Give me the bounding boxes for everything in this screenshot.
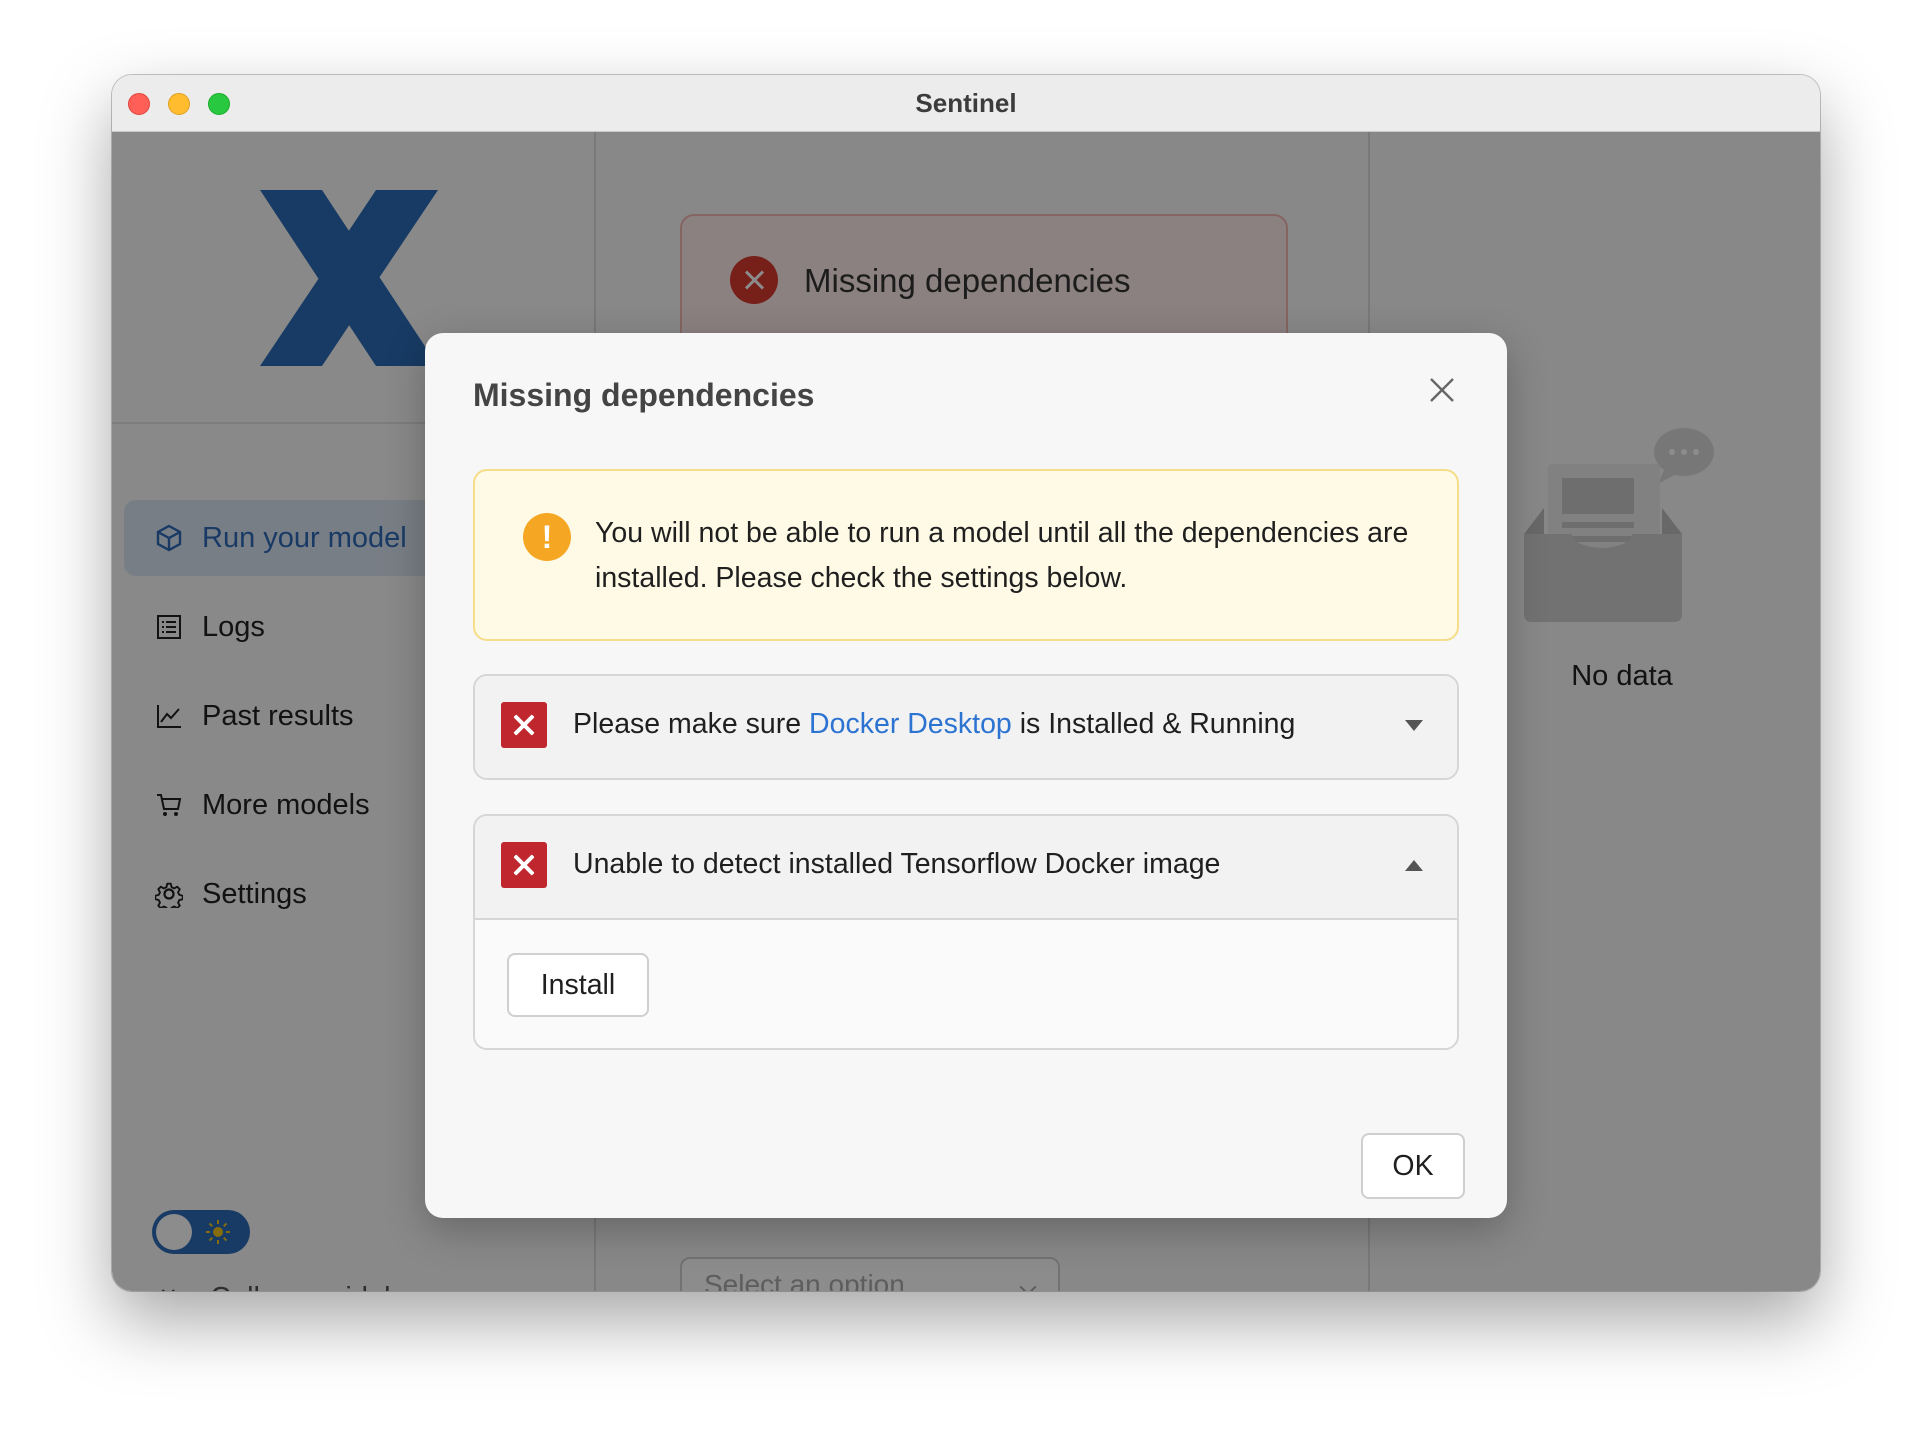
dependency-text-prefix: Please make sure — [573, 708, 810, 740]
dependency-header[interactable]: Unable to detect installed Tensorflow Do… — [475, 816, 1457, 918]
docker-desktop-link[interactable]: Docker Desktop — [809, 708, 1012, 740]
window-title: Sentinel — [915, 88, 1017, 118]
warning-text: You will not be able to run a model unti… — [595, 517, 1409, 594]
caret-down-icon[interactable] — [1405, 720, 1423, 731]
title-bar: Sentinel — [112, 75, 1820, 132]
dependency-text-suffix: is Installed & Running — [1011, 708, 1296, 740]
dependency-header[interactable]: Please make sure Docker Desktop is Insta… — [475, 676, 1457, 778]
close-icon[interactable] — [1425, 373, 1459, 407]
error-x-icon — [501, 702, 547, 748]
error-x-icon — [501, 842, 547, 888]
caret-up-icon[interactable] — [1405, 860, 1423, 871]
install-button[interactable]: Install — [507, 953, 649, 1017]
warning-alert: ! You will not be able to run a model un… — [473, 469, 1459, 641]
app-window: Sentinel Run your model Logs Past result… — [112, 75, 1820, 1291]
ok-button[interactable]: OK — [1361, 1133, 1465, 1199]
dialog-title: Missing dependencies — [473, 377, 815, 413]
dependency-text: Please make sure Docker Desktop is Insta… — [573, 708, 1295, 741]
dependency-tensorflow-image: Unable to detect installed Tensorflow Do… — [473, 814, 1459, 1050]
dependency-body: Install — [475, 918, 1457, 1048]
dependency-text: Unable to detect installed Tensorflow Do… — [573, 848, 1221, 880]
missing-dependencies-dialog: Missing dependencies ! You will not be a… — [425, 333, 1507, 1218]
dependency-docker-desktop[interactable]: Please make sure Docker Desktop is Insta… — [473, 674, 1459, 780]
warning-icon: ! — [523, 513, 571, 561]
